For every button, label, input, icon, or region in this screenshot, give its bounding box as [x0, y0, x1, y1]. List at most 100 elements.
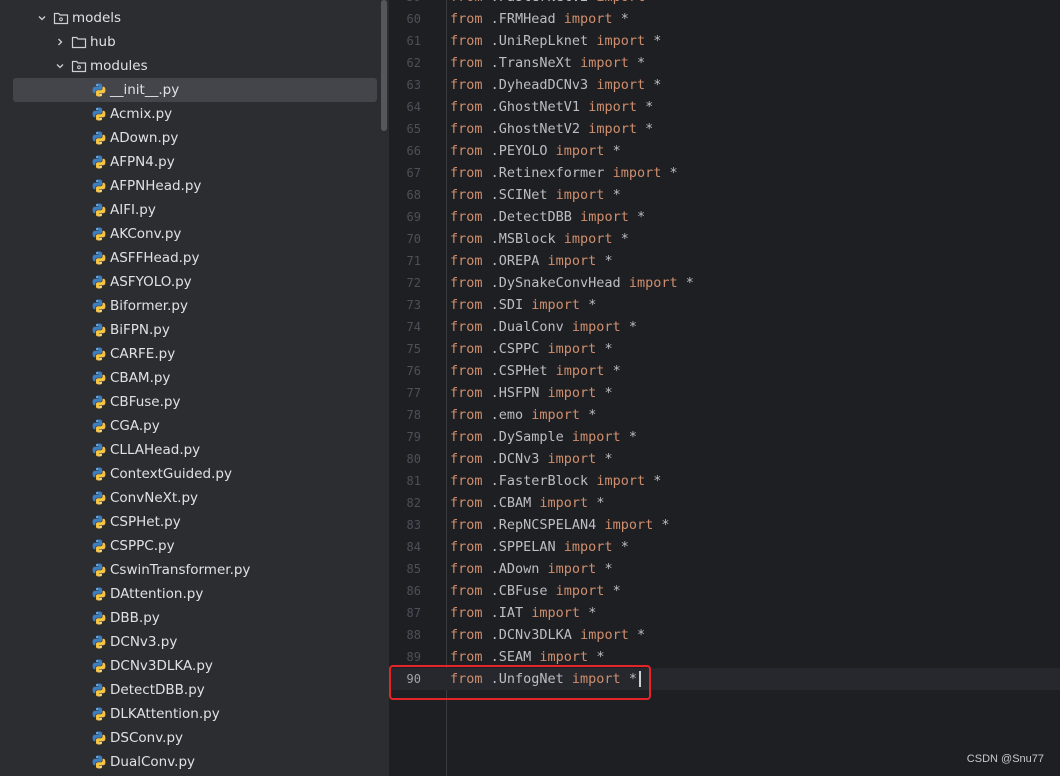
tree-file[interactable]: AKConv.py: [0, 222, 377, 246]
code-line[interactable]: 85 from .ADown import *: [389, 558, 1060, 580]
code-line[interactable]: 62 from .TransNeXt import *: [389, 52, 1060, 74]
code-line[interactable]: 80 from .DCNv3 import *: [389, 448, 1060, 470]
tree-file[interactable]: DualConv.py: [0, 750, 377, 774]
tree-file[interactable]: CGA.py: [0, 414, 377, 438]
tree-file[interactable]: BiFPN.py: [0, 318, 377, 342]
line-number: 72: [406, 276, 421, 290]
tree-file[interactable]: DLKAttention.py: [0, 702, 377, 726]
line-number: 60: [406, 12, 421, 26]
chevron-down-icon[interactable]: [36, 12, 48, 24]
code-line[interactable]: 78 from .emo import *: [389, 404, 1060, 426]
tree-file[interactable]: ADown.py: [0, 126, 377, 150]
tree-file[interactable]: ConvNeXt.py: [0, 486, 377, 510]
keyword-import: import: [604, 517, 654, 533]
tree-file[interactable]: CBAM.py: [0, 366, 377, 390]
python-file-icon: [91, 610, 107, 626]
code-line[interactable]: 83 from .RepNCSPELAN4 import *: [389, 514, 1060, 536]
code-line[interactable]: 68 from .SCINet import *: [389, 184, 1060, 206]
code-line[interactable]: 75 from .CSPPC import *: [389, 338, 1060, 360]
tree-file[interactable]: Biformer.py: [0, 294, 377, 318]
tree-folder[interactable]: modules: [0, 54, 377, 78]
code-line[interactable]: 60 from .FRMHead import *: [389, 8, 1060, 30]
chevron-down-icon[interactable]: [54, 60, 66, 72]
tree-file[interactable]: ASFFHead.py: [0, 246, 377, 270]
module-name: .emo: [482, 407, 532, 423]
module-name: .FasterBlock: [482, 473, 597, 489]
tree-file[interactable]: Acmix.py: [0, 102, 377, 126]
code-line[interactable]: 74 from .DualConv import *: [389, 316, 1060, 338]
tree-item-label: ConvNeXt.py: [110, 490, 199, 506]
code-line[interactable]: 66 from .PEYOLO import *: [389, 140, 1060, 162]
code-line[interactable]: 69 from .DetectDBB import *: [389, 206, 1060, 228]
keyword-from: from: [450, 583, 483, 599]
code-line[interactable]: 67 from .Retinexformer import *: [389, 162, 1060, 184]
code-line[interactable]: 64 from .GhostNetV1 import *: [389, 96, 1060, 118]
code-line[interactable]: 87 from .IAT import *: [389, 602, 1060, 624]
code-text: from .DCNv3 import *: [450, 451, 613, 467]
chevron-right-icon[interactable]: [54, 36, 66, 48]
code-line[interactable]: 82 from .CBAM import *: [389, 492, 1060, 514]
tree-item-label: AKConv.py: [110, 226, 182, 242]
tree-item-label: DualConv.py: [110, 754, 196, 770]
code-text: from .OREPA import *: [450, 253, 613, 269]
tree-folder[interactable]: hub: [0, 30, 377, 54]
line-number: 82: [406, 496, 421, 510]
keyword-import: import: [555, 363, 605, 379]
tree-item-label: models: [72, 10, 122, 26]
tree-file[interactable]: DCNv3.py: [0, 630, 377, 654]
code-line[interactable]: 71 from .OREPA import *: [389, 250, 1060, 272]
tree-file[interactable]: CARFE.py: [0, 342, 377, 366]
tree-folder[interactable]: models: [0, 6, 377, 30]
tree-scrollbar[interactable]: [381, 0, 387, 131]
tree-file[interactable]: DCNv3DLKA.py: [0, 654, 377, 678]
code-line[interactable]: 84 from .SPPELAN import *: [389, 536, 1060, 558]
code-text: from .DySample import *: [450, 429, 637, 445]
tree-file[interactable]: CLLAHead.py: [0, 438, 377, 462]
import-star: *: [604, 143, 621, 159]
code-line[interactable]: 76 from .CSPHet import *: [389, 360, 1060, 382]
code-line[interactable]: 70 from .MSBlock import *: [389, 228, 1060, 250]
line-number: 64: [406, 100, 421, 114]
tree-file[interactable]: __init__.py: [13, 78, 377, 102]
code-line[interactable]: 65 from .GhostNetV2 import *: [389, 118, 1060, 140]
tree-item-label: DetectDBB.py: [110, 682, 205, 698]
tree-file[interactable]: CSPPC.py: [0, 534, 377, 558]
keyword-import: import: [628, 275, 678, 291]
code-line[interactable]: 77 from .HSFPN import *: [389, 382, 1060, 404]
line-number: 76: [406, 364, 421, 378]
keyword-import: import: [580, 627, 629, 643]
code-line[interactable]: 88 from .DCNv3DLKA import *: [389, 624, 1060, 646]
code-line[interactable]: 73 from .SDI import *: [389, 294, 1060, 316]
tree-file[interactable]: AIFI.py: [0, 198, 377, 222]
code-line[interactable]: 61 from .UniRepLknet import *: [389, 30, 1060, 52]
tree-file[interactable]: DBB.py: [0, 606, 377, 630]
code-line[interactable]: 63 from .DyheadDCNv3 import *: [389, 74, 1060, 96]
code-line[interactable]: 79 from .DySample import *: [389, 426, 1060, 448]
keyword-import: import: [531, 407, 581, 423]
python-file-icon: [91, 298, 107, 314]
python-file-icon: [91, 730, 107, 746]
tree-file[interactable]: ContextGuided.py: [0, 462, 377, 486]
tree-file[interactable]: DSConv.py: [0, 726, 377, 750]
tree-file[interactable]: CSPHet.py: [0, 510, 377, 534]
line-number: 80: [406, 452, 421, 466]
keyword-import: import: [612, 165, 662, 181]
tree-file[interactable]: DetectDBB.py: [0, 678, 377, 702]
tree-file[interactable]: DAttention.py: [0, 582, 377, 606]
tree-file[interactable]: AFPN4.py: [0, 150, 377, 174]
keyword-import: import: [539, 649, 589, 665]
import-star: *: [620, 319, 637, 335]
code-line[interactable]: 59 from .FasterNetV2 import *: [389, 0, 1060, 8]
tree-file[interactable]: ASFYOLO.py: [0, 270, 377, 294]
code-line[interactable]: 86 from .CBFuse import *: [389, 580, 1060, 602]
code-line[interactable]: 81 from .FasterBlock import *: [389, 470, 1060, 492]
keyword-import: import: [596, 473, 646, 489]
project-tree[interactable]: models hub modules __init__.py Acmix.py ADown…: [0, 0, 389, 776]
line-number: 78: [406, 408, 421, 422]
tree-item-label: ASFFHead.py: [110, 250, 200, 266]
code-line[interactable]: 72 from .DySnakeConvHead import *: [389, 272, 1060, 294]
tree-file[interactable]: CswinTransformer.py: [0, 558, 377, 582]
tree-file[interactable]: AFPNHead.py: [0, 174, 377, 198]
tree-file[interactable]: CBFuse.py: [0, 390, 377, 414]
tree-item-label: CswinTransformer.py: [110, 562, 251, 578]
